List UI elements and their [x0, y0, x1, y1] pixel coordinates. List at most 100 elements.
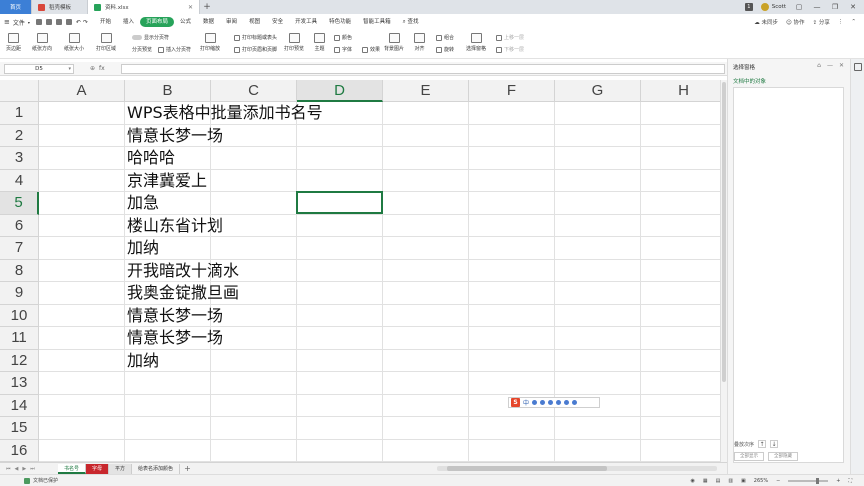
- row-header-3[interactable]: 3: [0, 147, 39, 170]
- cell-b1[interactable]: WPS表格中批量添加书名号: [127, 102, 323, 124]
- menu-security[interactable]: 安全: [266, 17, 289, 27]
- tab-workbook[interactable]: 资料.xlsx ✕: [88, 0, 200, 14]
- cell-b7[interactable]: 加纳: [127, 237, 159, 259]
- tab-templates[interactable]: 稻壳模板: [32, 0, 88, 14]
- rotate-button[interactable]: 旋转: [436, 46, 454, 53]
- cell-b9[interactable]: 我奥金锭撒旦画: [127, 282, 239, 304]
- normal-view-icon[interactable]: ▦: [703, 478, 708, 484]
- row-header-8[interactable]: 8: [0, 259, 39, 282]
- cell-b2[interactable]: 情意长梦一场: [127, 125, 223, 147]
- paper-size-button[interactable]: 纸张大小: [64, 33, 84, 52]
- object-list[interactable]: [733, 87, 844, 463]
- fx-button[interactable]: fx: [99, 65, 121, 72]
- cell-b4[interactable]: 京津冀爱上: [127, 170, 207, 192]
- protect-status[interactable]: 文档已保护: [33, 477, 58, 484]
- minimize-icon[interactable]: —: [812, 3, 822, 11]
- row-header-6[interactable]: 6: [0, 214, 39, 237]
- save-icon[interactable]: [35, 19, 42, 25]
- orientation-button[interactable]: 纸张方向: [32, 33, 52, 52]
- first-sheet-icon[interactable]: ⏮: [6, 466, 11, 472]
- restore-icon[interactable]: ❐: [830, 3, 840, 11]
- effects-button[interactable]: 效果: [362, 46, 380, 53]
- row-header-11[interactable]: 11: [0, 327, 39, 350]
- sheet-tab-1[interactable]: 书名号: [58, 463, 87, 474]
- export-icon[interactable]: [45, 19, 52, 25]
- window-close-icon[interactable]: ✕: [848, 3, 858, 11]
- undo-icon[interactable]: ↶: [76, 19, 81, 26]
- fonts-button[interactable]: 字体: [334, 46, 352, 53]
- menu-data[interactable]: 数据: [197, 17, 220, 27]
- column-header-d[interactable]: D: [297, 80, 383, 102]
- cell-b5[interactable]: 加急: [127, 192, 159, 214]
- toolbox-icon[interactable]: [572, 400, 578, 405]
- column-header-h[interactable]: H: [641, 80, 727, 102]
- send-backward-button[interactable]: 下移一层: [496, 46, 524, 53]
- row-header-9[interactable]: 9: [0, 282, 39, 305]
- scroll-thumb[interactable]: [447, 466, 607, 471]
- column-header-g[interactable]: G: [555, 80, 641, 102]
- row-header-1[interactable]: 1: [0, 102, 39, 125]
- row-header-5[interactable]: 5: [0, 192, 39, 215]
- row-header-15[interactable]: 15: [0, 417, 39, 440]
- emoji-icon[interactable]: [540, 400, 546, 405]
- skin-icon[interactable]: [564, 400, 570, 405]
- print-scale-button[interactable]: 打印缩放: [200, 33, 220, 52]
- search-button[interactable]: ⌕ 查找: [397, 17, 425, 27]
- skin-icon[interactable]: ▢: [794, 3, 804, 11]
- print-preview-button[interactable]: 打印预览: [284, 33, 304, 52]
- cell-b6[interactable]: 楼山东省计划: [127, 215, 223, 237]
- print-area-button[interactable]: 打印区域: [96, 33, 116, 52]
- menu-special[interactable]: 特色功能: [323, 17, 357, 27]
- select-tool-icon[interactable]: [854, 63, 862, 71]
- cell-b8[interactable]: 开我暗改十滴水: [127, 260, 239, 282]
- bring-forward-button[interactable]: 上移一层: [496, 34, 524, 41]
- pane-close-icon[interactable]: ✕: [839, 62, 844, 69]
- add-sheet-button[interactable]: +: [180, 464, 195, 473]
- menu-smart-tools[interactable]: 智能工具箱: [357, 17, 397, 27]
- last-sheet-icon[interactable]: ⏭: [30, 466, 35, 472]
- horizontal-scrollbar[interactable]: [437, 466, 717, 471]
- row-header-13[interactable]: 13: [0, 372, 39, 395]
- zoom-icon[interactable]: ⊕: [90, 65, 95, 72]
- cell-b12[interactable]: 加纳: [127, 350, 159, 372]
- zoom-knob[interactable]: [816, 477, 820, 484]
- user-account[interactable]: Scott: [760, 3, 786, 11]
- keyboard-icon[interactable]: [556, 400, 562, 405]
- print-icon[interactable]: [55, 19, 62, 25]
- row-header-12[interactable]: 12: [0, 349, 39, 372]
- formula-input[interactable]: [121, 63, 725, 74]
- sheet-tab-3[interactable]: 平方: [109, 463, 133, 474]
- menu-developer[interactable]: 开发工具: [289, 17, 323, 27]
- order-down-icon[interactable]: ↓: [770, 440, 779, 448]
- row-header-16[interactable]: 16: [0, 439, 39, 462]
- ime-toolbar[interactable]: S 中: [508, 397, 600, 408]
- collab-button[interactable]: ☺ 协作: [786, 18, 805, 26]
- menu-start[interactable]: 开始: [94, 17, 117, 27]
- column-header-c[interactable]: C: [211, 80, 297, 102]
- spreadsheet-grid[interactable]: A B C D E F G H 1 2 3 4 5 6 7 8 9 10 11 12 13 14 15 16 WPS表格中批量添…: [0, 80, 727, 462]
- select-pane-button[interactable]: 选择窗格: [466, 33, 486, 52]
- hide-all-button[interactable]: 全部隐藏: [768, 452, 798, 461]
- zoom-out-icon[interactable]: −: [776, 478, 780, 484]
- ime-mode[interactable]: 中: [523, 398, 529, 407]
- column-header-e[interactable]: E: [383, 80, 469, 102]
- collapse-ribbon-icon[interactable]: ⌃: [851, 19, 856, 25]
- page-view-icon[interactable]: ▤: [716, 478, 721, 484]
- next-sheet-icon[interactable]: ▶: [22, 466, 26, 472]
- zoom-in-icon[interactable]: +: [836, 478, 840, 484]
- menu-view[interactable]: 视图: [243, 17, 266, 27]
- column-header-f[interactable]: F: [469, 80, 555, 102]
- row-header-14[interactable]: 14: [0, 394, 39, 417]
- eye-icon[interactable]: ◉: [690, 478, 694, 484]
- new-tab-button[interactable]: +: [200, 2, 214, 12]
- row-header-7[interactable]: 7: [0, 237, 39, 260]
- group-button[interactable]: 组合: [436, 34, 454, 41]
- menu-formulas[interactable]: 公式: [174, 17, 197, 27]
- pin-icon[interactable]: ⌂: [817, 62, 821, 69]
- column-header-a[interactable]: A: [39, 80, 125, 102]
- show-pagebreak-toggle[interactable]: 显示分页符: [132, 34, 169, 41]
- share-button[interactable]: ⇪ 分享: [813, 18, 830, 26]
- show-all-button[interactable]: 全部显示: [734, 452, 764, 461]
- select-all-corner[interactable]: [0, 80, 39, 102]
- preview-icon[interactable]: [65, 19, 72, 25]
